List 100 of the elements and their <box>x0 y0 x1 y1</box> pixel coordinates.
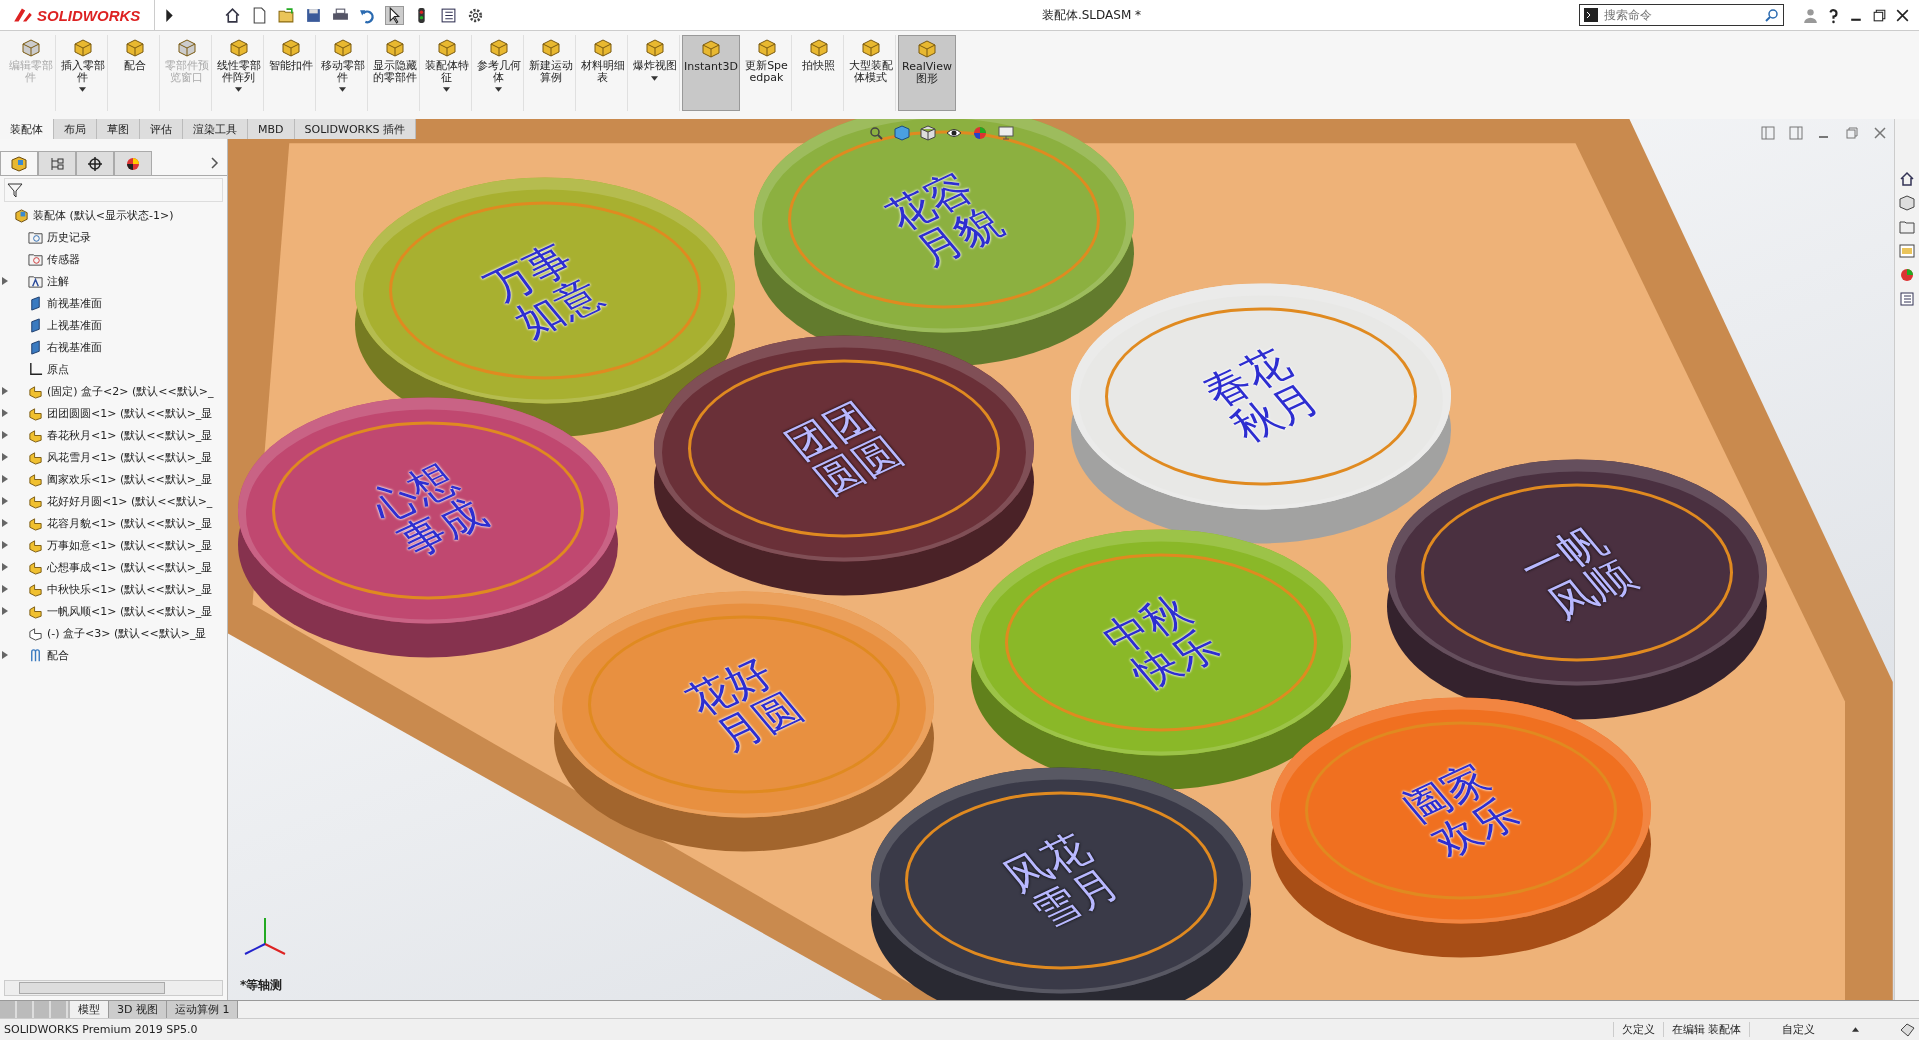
toolbar-button[interactable]: 大型装配体模式 <box>846 35 896 111</box>
cube-icon <box>72 38 93 58</box>
tree-item[interactable]: 花好好月圆<1> (默认<<默认>_ <box>47 493 213 509</box>
cube-icon[interactable] <box>1899 195 1915 211</box>
appearance-tab[interactable] <box>114 151 152 175</box>
panel-right-icon[interactable] <box>1788 125 1804 141</box>
color-ball-icon[interactable] <box>972 125 988 141</box>
tree-item[interactable]: (固定) 盒子<2> (默认<<默认>_ <box>47 383 214 399</box>
folder-icon[interactable] <box>1899 219 1915 235</box>
mooncake-inscription: 心想事成 <box>357 455 498 565</box>
cube-icon <box>20 38 41 58</box>
part-icon <box>28 515 43 531</box>
search-box[interactable]: 搜索命令 <box>1579 4 1784 26</box>
folder-icon <box>28 229 43 245</box>
tab[interactable]: 草图 <box>97 119 140 139</box>
toolbar-button[interactable]: Instant3D <box>682 35 740 111</box>
pointer-icon[interactable] <box>386 6 403 24</box>
definition-status: 欠定义 <box>1612 1022 1663 1037</box>
tree-item[interactable]: 历史记录 <box>47 229 91 245</box>
toolbar-button[interactable]: 插入零部件 <box>58 35 108 111</box>
save-icon[interactable] <box>305 6 322 24</box>
toolbar-button[interactable]: 参考几何体 <box>474 35 524 111</box>
logo-icon <box>12 6 34 24</box>
zoom-icon[interactable] <box>868 125 884 141</box>
chevron-right-icon[interactable] <box>211 157 219 169</box>
toolbar-button[interactable]: RealView图形 <box>898 35 956 111</box>
feature-tree-tab[interactable] <box>0 151 38 175</box>
home-icon[interactable] <box>1899 171 1915 187</box>
cube-icon <box>808 38 829 58</box>
tree-item[interactable]: 风花雪月<1> (默认<<默认>_显 <box>47 449 213 465</box>
mooncake-inscription: 万事如意 <box>474 235 615 345</box>
mooncake-inscription: 花好月圆 <box>674 649 815 759</box>
tree-item[interactable]: 春花秋月<1> (默认<<默认>_显 <box>47 427 213 443</box>
part-icon <box>28 603 43 619</box>
version-text: SOLIDWORKS Premium 2019 SP5.0 <box>4 1023 198 1036</box>
filter-field[interactable] <box>4 178 223 202</box>
origin-icon <box>28 361 43 377</box>
tree-item[interactable]: 前视基准面 <box>47 295 102 311</box>
folder-icon <box>28 251 43 267</box>
toolbar-button[interactable]: 新建运动算例 <box>526 35 576 111</box>
tree-item[interactable]: 上视基准面 <box>47 317 102 333</box>
settings-icon[interactable] <box>467 6 484 24</box>
window-icon[interactable] <box>1899 243 1915 259</box>
open-folder-icon[interactable] <box>278 6 295 24</box>
user-icon[interactable] <box>1802 6 1819 24</box>
toolbar-button[interactable]: 配合 <box>110 35 160 111</box>
monitor-icon[interactable] <box>998 125 1014 141</box>
part-icon <box>28 383 43 399</box>
search-field[interactable]: 搜索命令 <box>1602 7 1761 23</box>
tag-icon[interactable] <box>1899 1021 1915 1038</box>
tree-item[interactable]: 心想事成<1> (默认<<默认>_显 <box>47 559 213 575</box>
units-status[interactable]: 自定义 <box>1749 1022 1846 1037</box>
toolbar-button[interactable]: 材料明细表 <box>578 35 628 111</box>
tree-item[interactable]: 花容月貌<1> (默认<<默认>_显 <box>47 515 213 531</box>
toolbar-button[interactable]: 显示隐藏的零部件 <box>370 35 420 111</box>
toolbar-button[interactable]: 装配体特征 <box>422 35 472 111</box>
toolbar-button[interactable]: 智能扣件 <box>266 35 316 111</box>
configuration-tab[interactable] <box>76 151 114 175</box>
tree-item[interactable]: 万事如意<1> (默认<<默认>_显 <box>47 537 213 553</box>
home-icon[interactable] <box>224 6 241 24</box>
cube-icon[interactable] <box>894 125 910 141</box>
tab[interactable]: 3D 视图 <box>109 1001 167 1018</box>
toolbar-button[interactable]: 移动零部件 <box>318 35 368 111</box>
panel-left-icon[interactable] <box>1760 125 1776 141</box>
tree-item[interactable]: 右视基准面 <box>47 339 102 355</box>
tree-list-icon <box>49 155 65 172</box>
tree-item[interactable]: 配合 <box>47 647 69 663</box>
tab[interactable]: MBD <box>248 119 295 139</box>
tree-item[interactable]: 传感器 <box>47 251 80 267</box>
wireframe-cube-icon[interactable] <box>920 125 936 141</box>
cube-icon <box>384 38 405 58</box>
tree-item[interactable]: (-) 盒子<3> (默认<<默认>_显 <box>47 625 207 641</box>
tree-item[interactable]: 注解 <box>47 273 69 289</box>
tree-item[interactable]: 装配体 (默认<显示状态-1>) <box>33 207 174 223</box>
toolbar-button[interactable]: 线性零部件阵列 <box>214 35 264 111</box>
tree-item[interactable]: 一帆风顺<1> (默认<<默认>_显 <box>47 603 213 619</box>
toolbar-button[interactable]: 更新Speedpak <box>742 35 792 111</box>
toolbar-button[interactable]: 爆炸视图 <box>630 35 680 111</box>
tab[interactable]: 评估 <box>140 119 183 139</box>
tab[interactable]: 运动算例 1 <box>166 1001 239 1018</box>
cube-icon <box>332 38 353 58</box>
toolbar-button[interactable]: 拍快照 <box>794 35 844 111</box>
scroll-bar[interactable] <box>4 980 223 996</box>
caret-icon <box>443 87 450 93</box>
tree-item[interactable]: 阖家欢乐<1> (默认<<默认>_显 <box>47 471 213 487</box>
part-icon <box>28 493 43 509</box>
part-icon <box>28 449 43 465</box>
tab[interactable]: SOLIDWORKS 插件 <box>294 119 416 139</box>
tab[interactable]: 装配体 <box>0 119 54 139</box>
tab[interactable]: 渲染工具 <box>183 119 248 139</box>
tree-item[interactable]: 团团圆圆<1> (默认<<默认>_显 <box>47 405 213 421</box>
tree-item[interactable]: 原点 <box>47 361 69 377</box>
tab[interactable]: 布局 <box>54 119 97 139</box>
new-document-icon[interactable] <box>251 6 268 24</box>
tree-item[interactable]: 中秋快乐<1> (默认<<默认>_显 <box>47 581 213 597</box>
cube-icon <box>228 38 249 58</box>
filter-icon <box>7 182 23 198</box>
color-ball-icon[interactable] <box>1899 267 1915 283</box>
list-icon[interactable] <box>440 6 457 24</box>
caret-icon[interactable] <box>1852 1027 1859 1032</box>
